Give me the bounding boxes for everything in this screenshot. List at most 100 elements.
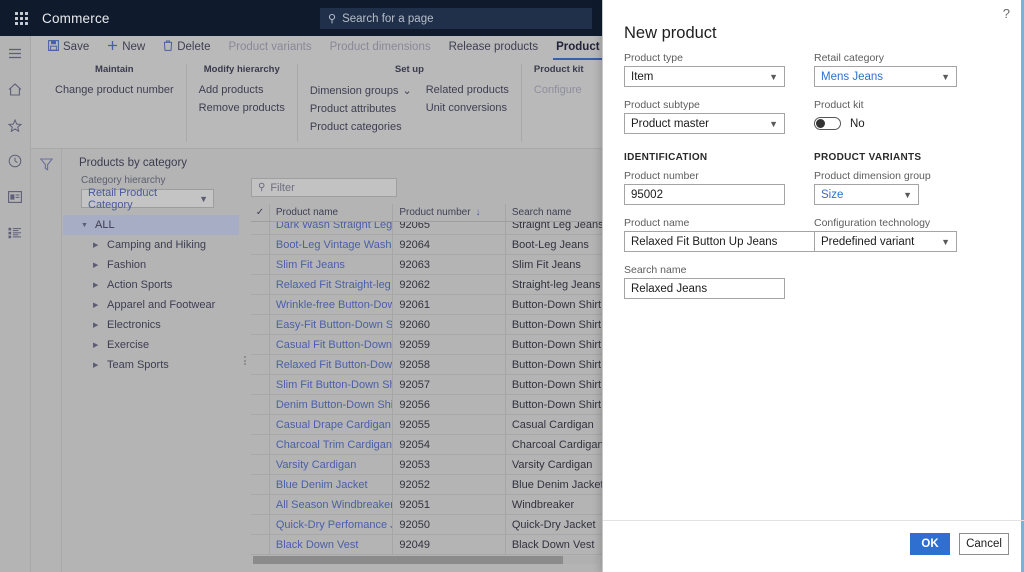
row-checkbox[interactable] [251,295,270,314]
collapse-arrow-icon[interactable]: ▶ [93,281,107,289]
table-row[interactable]: Easy-Fit Button-Down Shirt92060 Button-Do… [251,315,602,335]
tab-product[interactable]: Product [547,36,602,60]
remove-products-command[interactable]: Remove products [199,102,285,114]
row-checkbox[interactable] [251,355,270,374]
table-row[interactable]: Blue Denim Jacket 92052 Blue Denim Jacket [251,475,602,495]
configure-command[interactable]: Configure [534,84,582,96]
collapse-arrow-icon[interactable]: ▶ [93,241,107,249]
table-row[interactable]: Relaxed Fit Button-Down Shirt92058 Button… [251,355,602,375]
row-checkbox[interactable] [251,415,270,434]
cell-product-name[interactable]: Quick-Dry Perfomance Jacket [270,515,394,534]
configuration-technology-select[interactable]: Predefined variant ▼ [814,231,957,252]
cell-product-name[interactable]: Easy-Fit Button-Down Shirt [270,315,394,334]
filter-funnel-icon[interactable] [39,158,61,176]
cell-product-name[interactable]: Relaxed Fit Button-Down Shirt [270,355,394,374]
row-checkbox[interactable] [251,235,270,254]
column-header-search-name[interactable]: Search name [506,204,602,221]
row-checkbox[interactable] [251,222,270,234]
global-search-box[interactable]: ⚲ Search for a page [320,8,592,29]
collapse-arrow-icon[interactable]: ▶ [93,321,107,329]
row-checkbox[interactable] [251,395,270,414]
hamburger-menu-icon[interactable] [4,42,26,64]
retail-category-select[interactable]: Mens Jeans ▼ [814,66,957,87]
tab-product-dimensions[interactable]: Product dimensions [321,36,440,58]
unit-conversions-command[interactable]: Unit conversions [426,102,509,114]
row-checkbox[interactable] [251,515,270,534]
star-icon[interactable] [4,114,26,136]
table-row[interactable]: Boot-Leg Vintage Wash Jeans92064 Boot-Leg… [251,235,602,255]
column-header-product-number[interactable]: Product number ↓ [393,204,506,221]
collapse-arrow-icon[interactable]: ▶ [93,301,107,309]
collapse-arrow-icon[interactable]: ▶ [93,261,107,269]
cell-product-name[interactable]: All Season Windbreaker [270,495,394,514]
table-row[interactable]: Casual Drape Cardigan 92055 Casual Cardiga… [251,415,602,435]
table-row[interactable]: All Season Windbreaker 92051 Windbreaker [251,495,602,515]
row-checkbox[interactable] [251,475,270,494]
cell-product-name[interactable]: Charcoal Trim Cardigan [270,435,394,454]
table-row[interactable]: Denim Button-Down Shirt 92056 Button-Down … [251,395,602,415]
row-checkbox[interactable] [251,535,270,554]
cell-product-name[interactable]: Varsity Cardigan [270,455,394,474]
tab-product-variants[interactable]: Product variants [219,36,320,58]
tree-node-electronics[interactable]: ▶ Electronics [63,315,239,335]
row-checkbox[interactable] [251,275,270,294]
product-kit-toggle[interactable] [814,117,841,130]
workspace-icon[interactable] [4,186,26,208]
collapse-arrow-icon[interactable]: ▶ [93,341,107,349]
tree-node-apparel-and-footwear[interactable]: ▶ Apparel and Footwear [63,295,239,315]
change-product-number-command[interactable]: Change product number [55,84,174,96]
cell-product-name[interactable]: Black Down Vest [270,535,394,554]
category-hierarchy-select[interactable]: Retail Product Category ▼ [81,187,214,211]
grid-horizontal-scrollbar[interactable] [253,556,598,564]
tree-node-team-sports[interactable]: ▶ Team Sports [63,355,239,375]
tree-node-exercise[interactable]: ▶ Exercise [63,335,239,355]
table-row[interactable]: Charcoal Trim Cardigan 92054 Charcoal Card… [251,435,602,455]
tree-node-all[interactable]: ▼ ALL [63,215,239,235]
clock-icon[interactable] [4,150,26,172]
new-button[interactable]: New [98,36,154,58]
row-checkbox[interactable] [251,495,270,514]
tree-node-fashion[interactable]: ▶ Fashion [63,255,239,275]
row-checkbox[interactable] [251,335,270,354]
table-row[interactable]: Dark Wash Straight Leg Jeans92065 Straigh… [251,222,602,235]
cell-product-name[interactable]: Boot-Leg Vintage Wash Jeans [270,235,394,254]
product-dimension-group-select[interactable]: Size ▼ [814,184,919,205]
waffle-icon[interactable] [8,11,34,25]
product-categories-command[interactable]: Product categories [310,121,412,133]
product-attributes-command[interactable]: Product attributes [310,103,412,115]
delete-button[interactable]: Delete [154,36,219,58]
ok-button[interactable]: OK [910,533,950,555]
row-checkbox[interactable] [251,315,270,334]
cell-product-name[interactable]: Blue Denim Jacket [270,475,394,494]
cell-product-name[interactable]: Slim Fit Button-Down Shirt [270,375,394,394]
row-checkbox[interactable] [251,435,270,454]
table-row[interactable]: Casual Fit Button-Down Shirt92059 Button-… [251,335,602,355]
row-checkbox[interactable] [251,375,270,394]
cell-product-name[interactable]: Casual Fit Button-Down Shirt [270,335,394,354]
related-products-command[interactable]: Related products [426,84,509,96]
product-type-select[interactable]: Item ▼ [624,66,785,87]
save-button[interactable]: Save [39,36,98,58]
tree-node-camping-and-hiking[interactable]: ▶ Camping and Hiking [63,235,239,255]
panel-splitter[interactable] [240,149,249,572]
table-row[interactable]: Black Down Vest 92049 Black Down Vest [251,535,602,555]
cell-product-name[interactable]: Wrinkle-free Button-Down Shirt [270,295,394,314]
cell-product-name[interactable]: Dark Wash Straight Leg Jeans [270,222,394,234]
column-header-product-name[interactable]: Product name [270,204,394,221]
tree-node-action-sports[interactable]: ▶ Action Sports [63,275,239,295]
cell-product-name[interactable]: Casual Drape Cardigan [270,415,394,434]
product-number-input[interactable]: 95002 [624,184,785,205]
collapse-arrow-icon[interactable]: ▶ [93,361,107,369]
grid-filter-input[interactable]: ⚲ Filter [251,178,397,197]
expand-arrow-icon[interactable]: ▼ [81,222,95,229]
search-name-input[interactable]: Relaxed Jeans [624,278,785,299]
table-row[interactable]: Varsity Cardigan 92053 Varsity Cardigan [251,455,602,475]
add-products-command[interactable]: Add products [199,84,285,96]
cancel-button[interactable]: Cancel [959,533,1009,555]
cell-product-name[interactable]: Slim Fit Jeans [270,255,394,274]
select-all-checkbox[interactable]: ✓ [251,204,270,221]
table-row[interactable]: Relaxed Fit Straight-leg Jeans92062 Strai… [251,275,602,295]
dimension-groups-command[interactable]: Dimension groups ⌄ [310,84,412,98]
product-subtype-select[interactable]: Product master ▼ [624,113,785,134]
cell-product-name[interactable]: Denim Button-Down Shirt [270,395,394,414]
